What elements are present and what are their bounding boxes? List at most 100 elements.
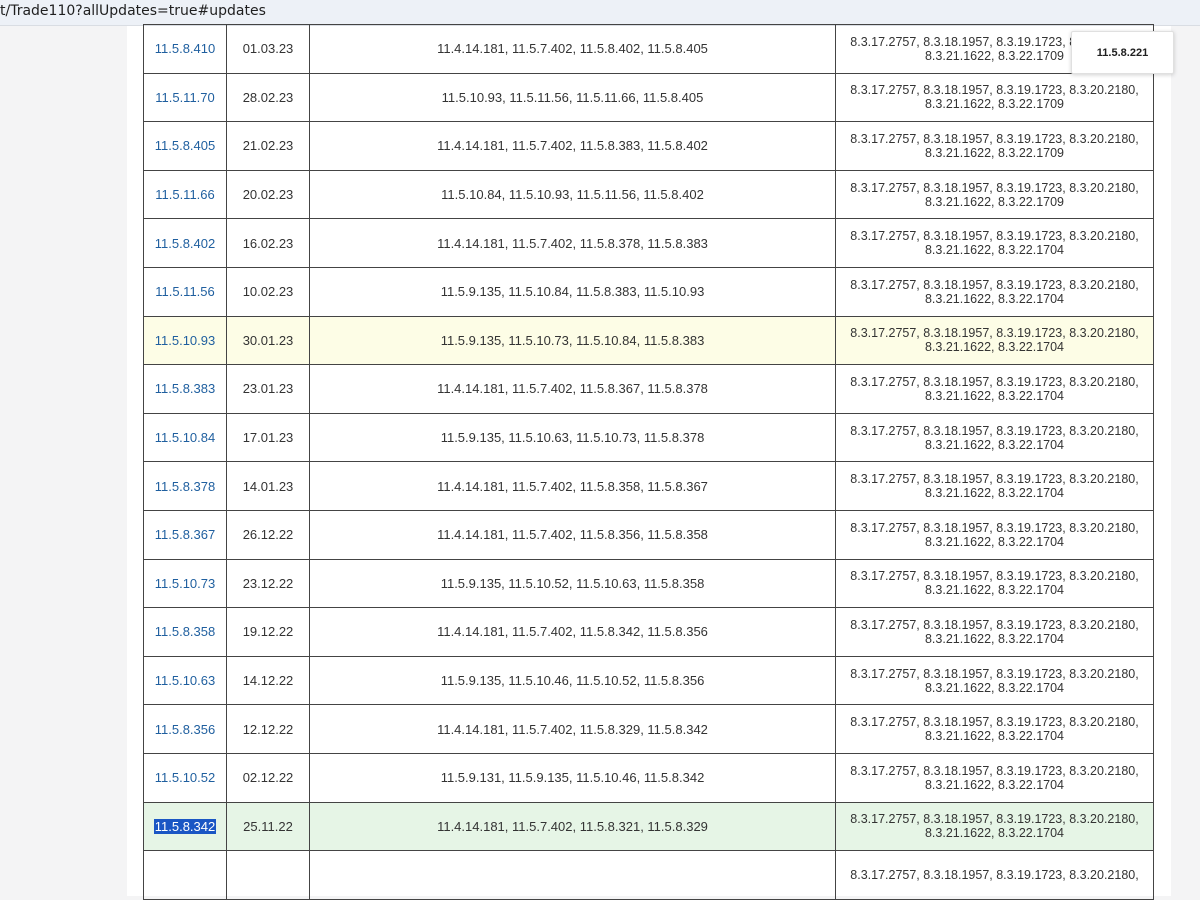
version-link[interactable]: 11.5.10.63: [155, 673, 215, 688]
version-link[interactable]: 11.5.8.383: [155, 381, 215, 396]
version-link[interactable]: 11.5.8.405: [155, 138, 215, 153]
table-row: 11.5.10.73 23.12.22 11.5.9.135, 11.5.10.52…: [143, 558, 1154, 609]
platform-line-2: 8.3.21.1622, 8.3.22.1704: [924, 243, 1064, 258]
version-cell: 11.5.10.93: [143, 315, 227, 366]
table-row: 11.5.11.66 20.02.23 11.5.10.84, 11.5.10.93…: [143, 169, 1154, 220]
platform-line-1: 8.3.17.2757, 8.3.18.1957, 8.3.19.1723, 8…: [850, 326, 1139, 341]
version-link[interactable]: 11.5.8.378: [155, 479, 215, 494]
platform-line-1: 8.3.17.2757, 8.3.18.1957, 8.3.19.1723, 8…: [850, 472, 1139, 487]
date-cell: 28.02.23: [226, 72, 310, 123]
platform-line-1: 8.3.17.2757, 8.3.18.1957, 8.3.19.1723, 8…: [850, 374, 1139, 389]
platform-line-2: 8.3.21.1622, 8.3.22.1704: [924, 534, 1064, 549]
version-link[interactable]: 11.5.8.410: [155, 41, 215, 56]
previous-versions-cell: 11.5.9.135, 11.5.10.73, 11.5.10.84, 11.5…: [309, 315, 836, 366]
version-link[interactable]: 11.5.10.93: [155, 333, 215, 348]
platform-versions-cell: 8.3.17.2757, 8.3.18.1957, 8.3.19.1723, 8…: [835, 801, 1154, 852]
address-bar[interactable]: t/Trade110?allUpdates=true#updates: [0, 0, 1200, 26]
version-link[interactable]: 11.5.8.402: [155, 236, 215, 251]
platform-versions-cell: 8.3.17.2757, 8.3.18.1957, 8.3.19.1723, 8…: [835, 315, 1154, 366]
previous-versions-cell: 11.5.9.131, 11.5.9.135, 11.5.10.46, 11.5…: [309, 752, 836, 803]
platform-line-2: 8.3.21.1622, 8.3.22.1704: [924, 826, 1064, 841]
version-link[interactable]: 11.5.11.70: [155, 90, 215, 105]
platform-line-2: 8.3.21.1622, 8.3.22.1704: [924, 777, 1064, 792]
platform-versions-text: 8.3.17.2757, 8.3.18.1957, 8.3.19.1723, 8…: [836, 278, 1153, 306]
date-cell: 25.11.22: [226, 801, 310, 852]
date-cell: 17.01.23: [226, 412, 310, 463]
version-cell: 11.5.10.52: [143, 752, 227, 803]
platform-line-2: 8.3.21.1622, 8.3.22.1704: [924, 729, 1064, 744]
platform-line-1: 8.3.17.2757, 8.3.18.1957, 8.3.19.1723, 8…: [850, 569, 1139, 584]
previous-versions-cell: 11.4.14.181, 11.5.7.402, 11.5.8.402, 11.…: [309, 24, 836, 74]
table-row: 11.5.8.378 14.01.23 11.4.14.181, 11.5.7.40…: [143, 461, 1154, 511]
platform-versions-text: 8.3.17.2757, 8.3.18.1957, 8.3.19.1723, 8…: [836, 812, 1153, 840]
table-row: 8.3.17.2757, 8.3.18.1957, 8.3.19.1723, 8…: [143, 850, 1154, 900]
version-cell: 11.5.10.63: [143, 655, 227, 706]
version-link[interactable]: 11.5.8.356: [155, 722, 215, 737]
date-cell: 26.12.22: [226, 509, 310, 560]
previous-versions-cell: 11.4.14.181, 11.5.7.402, 11.5.8.358, 11.…: [309, 461, 836, 511]
platform-versions-cell: 8.3.17.2757, 8.3.18.1957, 8.3.19.1723, 8…: [835, 655, 1154, 706]
platform-versions-text: 8.3.17.2757, 8.3.18.1957, 8.3.19.1723, 8…: [836, 181, 1153, 209]
platform-line-2: 8.3.21.1622, 8.3.22.1704: [924, 291, 1064, 306]
platform-versions-text: 8.3.17.2757, 8.3.18.1957, 8.3.19.1723, 8…: [836, 618, 1153, 646]
version-link[interactable]: 11.5.10.73: [155, 576, 215, 591]
version-cell: 11.5.11.56: [143, 266, 227, 317]
version-cell: 11.5.10.73: [143, 558, 227, 609]
previous-versions-cell: 11.5.9.135, 11.5.10.84, 11.5.8.383, 11.5…: [309, 266, 836, 317]
table-row: 11.5.10.63 14.12.22 11.5.9.135, 11.5.10.46…: [143, 655, 1154, 706]
platform-versions-text: 8.3.17.2757, 8.3.18.1957, 8.3.19.1723, 8…: [836, 424, 1153, 452]
table-row: 11.5.8.358 19.12.22 11.4.14.181, 11.5.7.40…: [143, 607, 1154, 657]
platform-versions-cell: 8.3.17.2757, 8.3.18.1957, 8.3.19.1723, 8…: [835, 558, 1154, 609]
previous-versions-cell: 11.4.14.181, 11.5.7.402, 11.5.8.383, 11.…: [309, 121, 836, 171]
table-row: 11.5.8.367 26.12.22 11.4.14.181, 11.5.7.40…: [143, 509, 1154, 560]
version-link[interactable]: 11.5.8.367: [155, 527, 215, 542]
platform-line-2: 8.3.21.1622, 8.3.22.1704: [924, 437, 1064, 452]
version-cell: 11.5.11.70: [143, 72, 227, 123]
previous-versions-cell: 11.4.14.181, 11.5.7.402, 11.5.8.378, 11.…: [309, 218, 836, 268]
platform-versions-cell: 8.3.17.2757, 8.3.18.1957, 8.3.19.1723, 8…: [835, 169, 1154, 220]
platform-line-1: 8.3.17.2757, 8.3.18.1957, 8.3.19.1723, 8…: [850, 83, 1139, 98]
version-link[interactable]: 11.5.11.56: [155, 284, 215, 299]
platform-versions-text: 8.3.17.2757, 8.3.18.1957, 8.3.19.1723, 8…: [836, 132, 1153, 160]
date-cell: 12.12.22: [226, 704, 310, 754]
url-text[interactable]: t/Trade110?allUpdates=true#updates: [0, 3, 266, 19]
table-row: 11.5.11.56 10.02.23 11.5.9.135, 11.5.10.84…: [143, 266, 1154, 317]
version-cell: 11.5.8.383: [143, 364, 227, 414]
date-cell: 01.03.23: [226, 24, 310, 74]
platform-line-2: 8.3.21.1622, 8.3.22.1709: [924, 97, 1064, 112]
version-tooltip: 11.5.8.221: [1071, 31, 1174, 74]
platform-versions-cell: 8.3.17.2757, 8.3.18.1957, 8.3.19.1723, 8…: [835, 461, 1154, 511]
version-link[interactable]: 11.5.10.84: [155, 430, 215, 445]
previous-versions-cell: 11.4.14.181, 11.5.7.402, 11.5.8.356, 11.…: [309, 509, 836, 560]
platform-versions-text: 8.3.17.2757, 8.3.18.1957, 8.3.19.1723, 8…: [836, 229, 1153, 257]
previous-versions-cell: 11.4.14.181, 11.5.7.402, 11.5.8.342, 11.…: [309, 607, 836, 657]
platform-line-1: 8.3.17.2757, 8.3.18.1957, 8.3.19.1723, 8…: [850, 812, 1139, 827]
date-cell: 14.01.23: [226, 461, 310, 511]
table-row: 11.5.8.402 16.02.23 11.4.14.181, 11.5.7.40…: [143, 218, 1154, 268]
table-row: 11.5.11.70 28.02.23 11.5.10.93, 11.5.11.56…: [143, 72, 1154, 123]
platform-versions-cell: 8.3.17.2757, 8.3.18.1957, 8.3.19.1723, 8…: [835, 509, 1154, 560]
platform-line-1: 8.3.17.2757, 8.3.18.1957, 8.3.19.1723, 8…: [850, 131, 1139, 146]
tooltip-text: 11.5.8.221: [1096, 46, 1149, 59]
platform-versions-cell: 8.3.17.2757, 8.3.18.1957, 8.3.19.1723, 8…: [835, 412, 1154, 463]
version-link[interactable]: 11.5.8.358: [155, 624, 215, 639]
table-row: 11.5.8.356 12.12.22 11.4.14.181, 11.5.7.40…: [143, 704, 1154, 754]
version-cell: 11.5.8.342: [143, 801, 227, 852]
date-cell: 10.02.23: [226, 266, 310, 317]
previous-versions-cell: 11.4.14.181, 11.5.7.402, 11.5.8.321, 11.…: [309, 801, 836, 852]
previous-versions-cell: 11.4.14.181, 11.5.7.402, 11.5.8.367, 11.…: [309, 364, 836, 414]
version-link[interactable]: 11.5.11.66: [155, 187, 215, 202]
platform-line-1: 8.3.17.2757, 8.3.18.1957, 8.3.19.1723, 8…: [850, 277, 1139, 292]
version-link[interactable]: 11.5.10.52: [155, 770, 215, 785]
platform-line-1: 8.3.17.2757, 8.3.18.1957, 8.3.19.1723, 8…: [850, 715, 1139, 730]
table-row: 11.5.10.52 02.12.22 11.5.9.131, 11.5.9.135…: [143, 752, 1154, 803]
date-cell: 20.02.23: [226, 169, 310, 220]
platform-line-1: 8.3.17.2757, 8.3.18.1957, 8.3.19.1723, 8…: [850, 617, 1139, 632]
previous-versions-cell: 11.4.14.181, 11.5.7.402, 11.5.8.329, 11.…: [309, 704, 836, 754]
version-link[interactable]: 11.5.8.342: [153, 818, 217, 834]
platform-versions-text: 8.3.17.2757, 8.3.18.1957, 8.3.19.1723, 8…: [836, 764, 1153, 792]
platform-line-1: 8.3.17.2757, 8.3.18.1957, 8.3.19.1723, 8…: [850, 229, 1139, 244]
previous-versions-cell: 11.5.10.93, 11.5.11.56, 11.5.11.66, 11.5…: [309, 72, 836, 123]
platform-line-2: 8.3.21.1622, 8.3.22.1709: [924, 145, 1064, 160]
table-row: 11.5.8.405 21.02.23 11.4.14.181, 11.5.7.40…: [143, 121, 1154, 171]
